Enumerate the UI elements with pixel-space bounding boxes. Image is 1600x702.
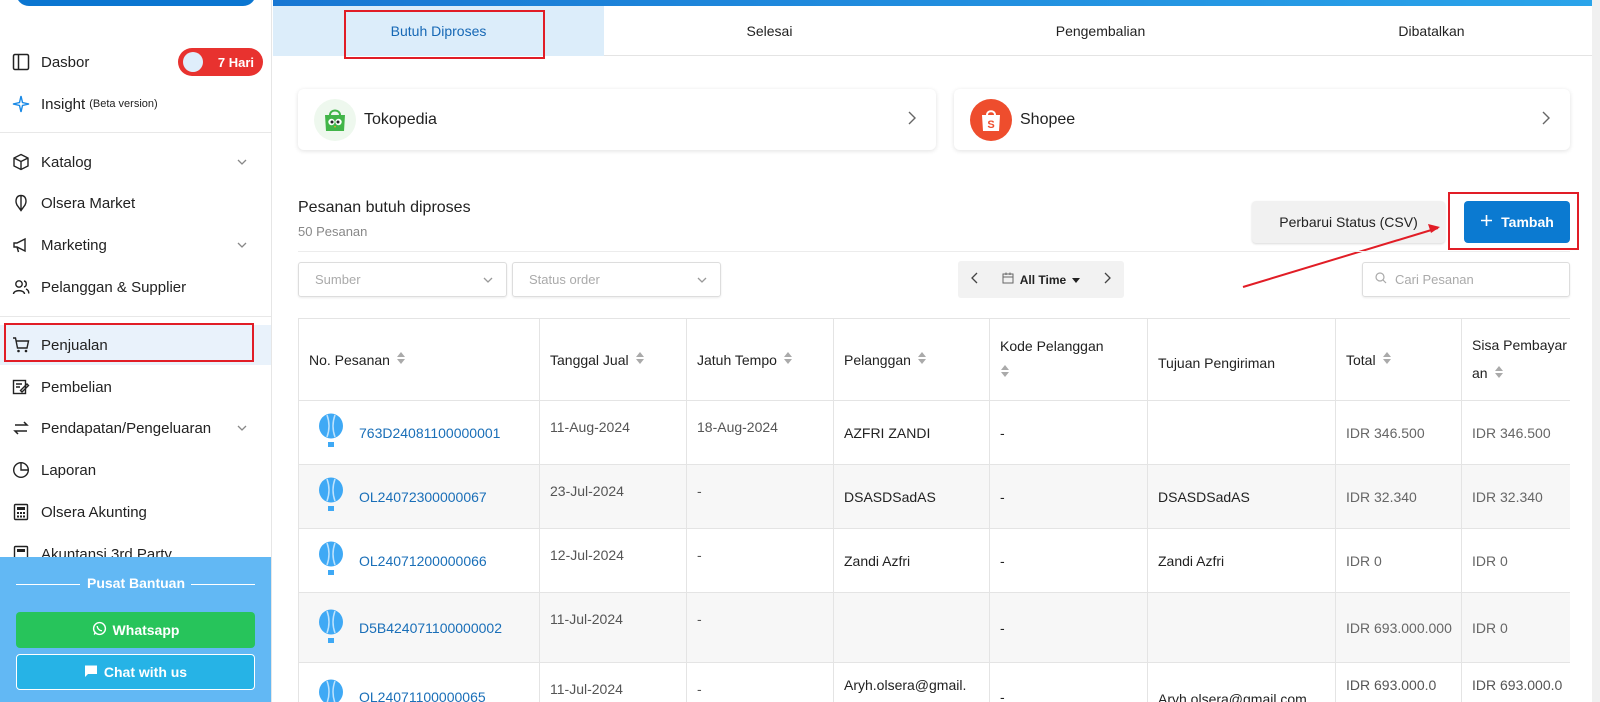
calendar-icon	[1002, 272, 1014, 287]
table-row[interactable]: OL24071200000066 12-Jul-2024 - Zandi Azf…	[299, 529, 1570, 593]
status-filter-label: Status order	[529, 272, 600, 287]
order-number-link[interactable]: 763D24081100000001	[299, 401, 540, 464]
date-range-label: All Time	[1019, 272, 1067, 287]
caret-down-icon	[1072, 273, 1081, 287]
sort-icon[interactable]	[1000, 364, 1010, 381]
column-header-label: Jatuh Tempo	[697, 351, 777, 368]
search-input[interactable]: Cari Pesanan	[1362, 262, 1570, 297]
cell-total: IDR 346.500	[1336, 401, 1462, 464]
cell-tujuan: DSASDSadAS	[1148, 465, 1336, 528]
cell-pelanggan: AZFRI ZANDI	[834, 401, 990, 464]
cell-total: IDR 0	[1336, 529, 1462, 592]
column-header-tanggal-jual[interactable]: Tanggal Jual	[540, 319, 687, 401]
date-range-picker[interactable]: All Time	[958, 261, 1124, 298]
cell-tujuan	[1148, 593, 1336, 662]
cell-tanggal-jual: 11-Aug-2024	[540, 401, 687, 464]
column-header-pelanggan[interactable]: Pelanggan	[834, 319, 990, 401]
order-number-link[interactable]: OL24072300000067	[299, 465, 540, 528]
cell-total: IDR 32.340	[1336, 465, 1462, 528]
cell-tujuan: Aryh.olsera@gmail.com	[1148, 663, 1336, 702]
scrollbar[interactable]	[1592, 0, 1600, 702]
cell-jatuh-tempo: -	[687, 465, 834, 528]
order-number-link[interactable]: D5B424071100000002	[299, 593, 540, 662]
balloon-icon	[319, 679, 343, 702]
cell-jatuh-tempo: 18-Aug-2024	[687, 401, 834, 464]
source-filter[interactable]: Sumber	[298, 262, 507, 297]
search-placeholder: Cari Pesanan	[1395, 272, 1474, 287]
column-header-sisa-pembayaran[interactable]: Sisa Pembayaran	[1462, 319, 1570, 401]
sort-icon[interactable]	[783, 351, 793, 368]
cell-kode-pelanggan: -	[990, 663, 1148, 702]
column-header-tujuan-pengiriman: Tujuan Pengiriman	[1148, 319, 1336, 401]
column-header-kode-pelanggan[interactable]: Kode Pelanggan	[990, 319, 1148, 401]
cell-tanggal-jual: 11-Jul-2024	[540, 593, 687, 662]
cell-kode-pelanggan: -	[990, 529, 1148, 592]
cell-sisa: IDR 0	[1462, 593, 1570, 662]
column-header-label: Sisa Pembayaran	[1472, 331, 1570, 388]
column-header-label: Tanggal Jual	[550, 351, 629, 368]
cell-kode-pelanggan: -	[990, 401, 1148, 464]
cell-total: IDR 693.000.000	[1336, 593, 1462, 662]
sort-icon[interactable]	[1494, 360, 1504, 388]
cell-jatuh-tempo: -	[687, 593, 834, 662]
source-filter-label: Sumber	[315, 272, 361, 287]
column-header-jatuh-tempo[interactable]: Jatuh Tempo	[687, 319, 834, 401]
cell-pelanggan	[834, 593, 990, 662]
column-header-total[interactable]: Total	[1336, 319, 1462, 401]
sort-icon[interactable]	[396, 351, 406, 368]
column-header-label: No. Pesanan	[309, 351, 390, 368]
balloon-icon	[319, 413, 343, 447]
date-range-display[interactable]: All Time	[1002, 272, 1081, 287]
cell-kode-pelanggan: -	[990, 593, 1148, 662]
status-order-filter[interactable]: Status order	[512, 262, 721, 297]
cell-tanggal-jual: 11-Jul-2024	[540, 663, 687, 702]
cell-jatuh-tempo: -	[687, 529, 834, 592]
balloon-icon	[319, 609, 343, 643]
column-header-label: Kode Pelanggan	[1000, 338, 1104, 354]
cell-pelanggan: DSASDSadAS	[834, 465, 990, 528]
cell-total: IDR 693.000.0	[1336, 663, 1462, 702]
chevron-left-icon[interactable]	[970, 272, 980, 287]
chevron-down-icon	[696, 274, 708, 289]
column-header-no-pesanan[interactable]: No. Pesanan	[299, 319, 540, 401]
divider	[298, 251, 1570, 252]
order-number-link[interactable]: OL24071100000065	[299, 663, 540, 702]
chevron-down-icon	[482, 274, 494, 289]
cell-sisa: IDR 346.500	[1462, 401, 1570, 464]
cell-tanggal-jual: 12-Jul-2024	[540, 529, 687, 592]
cell-sisa: IDR 32.340	[1462, 465, 1570, 528]
cell-kode-pelanggan: -	[990, 465, 1148, 528]
order-number-link[interactable]: OL24071200000066	[299, 529, 540, 592]
table-row[interactable]: 763D24081100000001 11-Aug-2024 18-Aug-20…	[299, 401, 1570, 465]
chevron-right-icon[interactable]	[1102, 272, 1112, 287]
column-header-label: Total	[1346, 351, 1376, 368]
column-header-label: Pelanggan	[844, 351, 911, 368]
balloon-icon	[319, 477, 343, 511]
orders-table: No. Pesanan Tanggal Jual Jatuh Tempo Pel…	[298, 318, 1570, 702]
cell-sisa: IDR 0	[1462, 529, 1570, 592]
cell-tujuan	[1148, 401, 1336, 464]
cell-sisa: IDR 693.000.0	[1462, 663, 1570, 702]
sort-icon[interactable]	[1382, 351, 1392, 368]
sort-icon[interactable]	[635, 351, 645, 368]
cell-jatuh-tempo: -	[687, 663, 834, 702]
cell-tanggal-jual: 23-Jul-2024	[540, 465, 687, 528]
search-icon	[1375, 272, 1387, 287]
cell-pelanggan: Aryh.olsera@gmail.	[834, 663, 990, 702]
table-row[interactable]: OL24072300000067 23-Jul-2024 - DSASDSadA…	[299, 465, 1570, 529]
cell-tujuan: Zandi Azfri	[1148, 529, 1336, 592]
cell-pelanggan: Zandi Azfri	[834, 529, 990, 592]
column-header-label: Tujuan Pengiriman	[1158, 354, 1275, 371]
table-row[interactable]: OL24071100000065 11-Jul-2024 - Aryh.olse…	[299, 663, 1570, 702]
balloon-icon	[319, 541, 343, 575]
table-row[interactable]: D5B424071100000002 11-Jul-2024 - - IDR 6…	[299, 593, 1570, 663]
sort-icon[interactable]	[917, 351, 927, 368]
